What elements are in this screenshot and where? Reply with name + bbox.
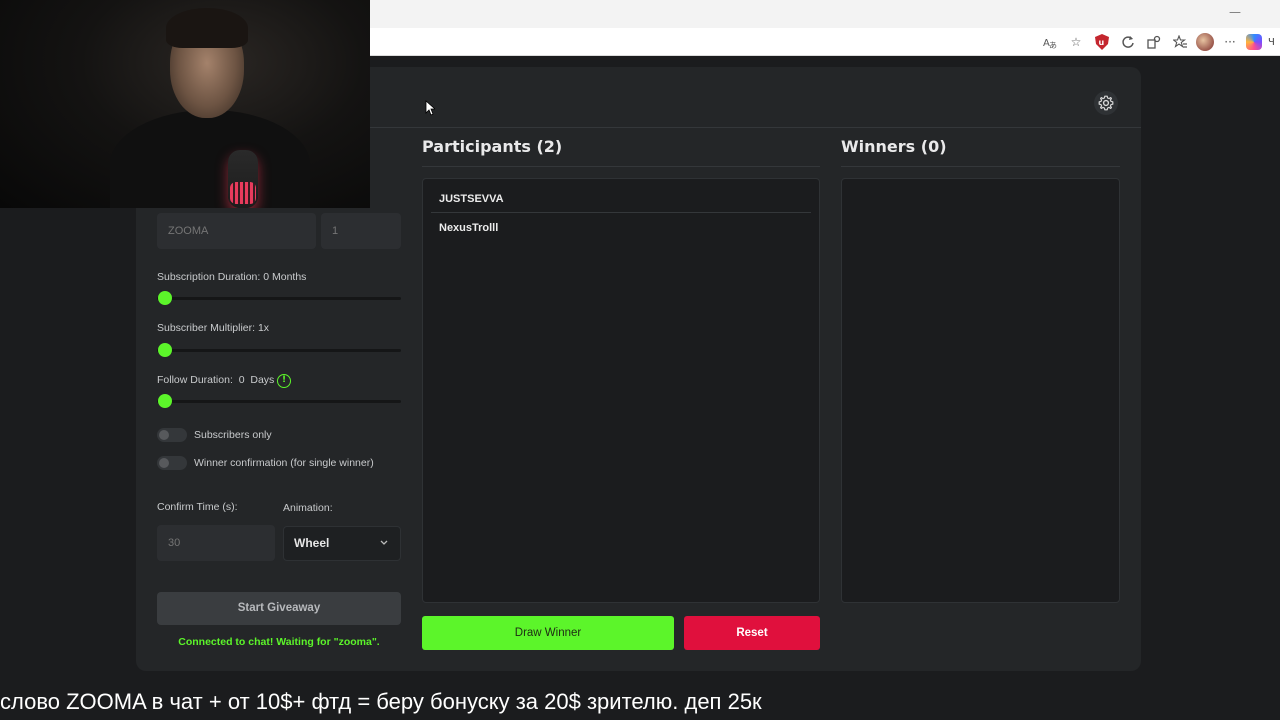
toolbar-truncated-text: Ч: [1268, 36, 1275, 48]
toolbar-icons: Aあ ☆ u ··· Ч: [1040, 28, 1280, 56]
extensions-icon[interactable]: [1144, 32, 1164, 52]
address-bar[interactable]: [370, 31, 1040, 53]
subscribers-only-label: Subscribers only: [194, 429, 272, 441]
slider-thumb[interactable]: [158, 394, 172, 408]
refresh-icon[interactable]: [1118, 32, 1138, 52]
start-giveaway-button[interactable]: Start Giveaway: [157, 592, 401, 625]
svg-text:u: u: [1099, 38, 1105, 47]
participants-list: JUSTSEVVA NexusTrolll: [422, 178, 820, 603]
slider-thumb[interactable]: [158, 291, 172, 305]
animation-select[interactable]: Wheel: [283, 526, 401, 561]
stream-caption: слово ZOOMA в чат + от 10$+ фтд = беру б…: [0, 689, 762, 714]
chevron-down-icon: [380, 527, 388, 560]
animation-label: Animation:: [283, 502, 333, 514]
slider-thumb[interactable]: [158, 343, 172, 357]
mouse-cursor-icon: [425, 100, 435, 116]
winners-divider: [841, 166, 1120, 167]
subscriber-multiplier-label: Subscriber Multiplier: 1x: [157, 322, 270, 334]
favorites-icon[interactable]: [1170, 32, 1190, 52]
follow-duration-label: Follow Duration: 0 Days: [157, 374, 275, 386]
subscriber-multiplier-slider[interactable]: [157, 343, 401, 357]
subscription-duration-label: Subscription Duration: 0 Months: [157, 271, 307, 283]
participants-divider: [422, 166, 820, 167]
subscribers-only-toggle[interactable]: [157, 428, 187, 442]
animation-select-value: Wheel: [294, 536, 330, 550]
svg-text:あ: あ: [1049, 41, 1057, 49]
winner-confirmation-label: Winner confirmation (for single winner): [194, 457, 374, 469]
gear-icon: [1098, 95, 1114, 111]
list-item: NexusTrolll: [439, 222, 499, 234]
star-icon[interactable]: ☆: [1066, 32, 1086, 52]
slider-track: [157, 349, 401, 352]
profile-avatar[interactable]: [1196, 33, 1214, 51]
translate-icon[interactable]: Aあ: [1040, 32, 1060, 52]
toggle-knob: [159, 458, 169, 468]
winners-list: [841, 178, 1120, 603]
streamer-body: [110, 110, 310, 208]
draw-winner-button[interactable]: Draw Winner: [422, 616, 674, 650]
winners-count-input[interactable]: [321, 213, 401, 249]
screen: — Aあ ☆ u ··· Ч ZOOMA 1 Subscription Dura…: [0, 0, 1280, 720]
participants-title: Participants (2): [422, 137, 563, 156]
subscription-duration-slider[interactable]: [157, 291, 401, 305]
connection-status: Connected to chat! Waiting for "zooma".: [178, 636, 380, 648]
keyword-input[interactable]: [157, 213, 316, 249]
ublock-icon[interactable]: u: [1092, 32, 1112, 52]
reset-button[interactable]: Reset: [684, 616, 820, 650]
app-header: [370, 67, 1141, 128]
streamer-hair: [166, 8, 248, 48]
microphone-light: [230, 182, 256, 204]
slider-track: [157, 297, 401, 300]
winner-confirmation-toggle[interactable]: [157, 456, 187, 470]
settings-button[interactable]: [1094, 91, 1118, 115]
confirm-time-input[interactable]: [157, 525, 275, 561]
follow-duration-slider[interactable]: [157, 394, 401, 408]
confirm-time-label: Confirm Time (s):: [157, 501, 238, 513]
minimize-button[interactable]: —: [1228, 5, 1242, 19]
copilot-icon[interactable]: [1246, 34, 1262, 50]
winners-title: Winners (0): [841, 137, 947, 156]
slider-track: [157, 400, 401, 403]
list-item: JUSTSEVVA: [431, 185, 811, 213]
more-icon[interactable]: ···: [1220, 32, 1240, 52]
toggle-knob: [159, 430, 169, 440]
webcam-overlay: [0, 0, 370, 208]
info-icon[interactable]: !: [277, 374, 291, 388]
